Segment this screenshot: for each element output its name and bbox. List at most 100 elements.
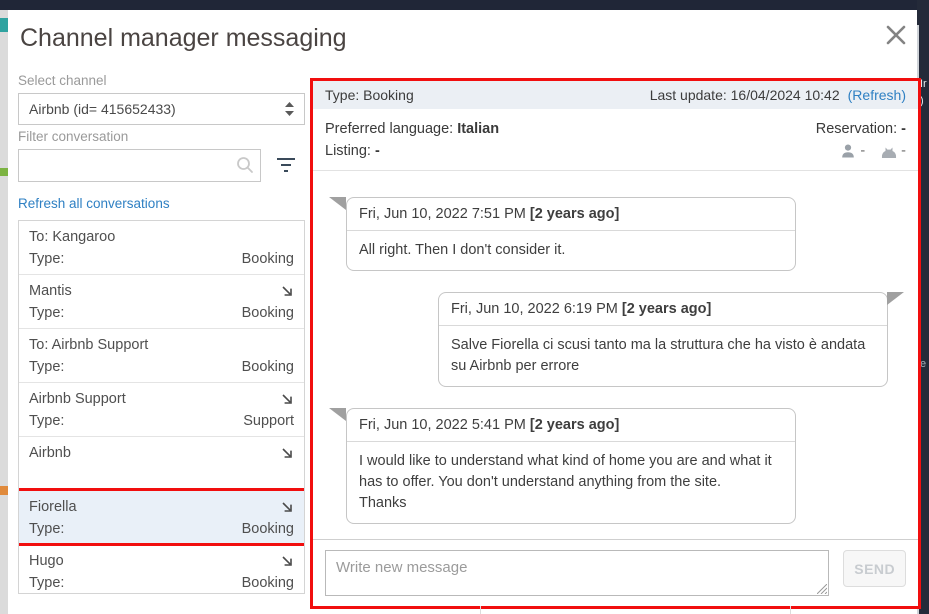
- conversation-type-label: Type:: [29, 573, 64, 593]
- conversation-type-value: Booking: [242, 357, 294, 377]
- diagonal-arrow-icon: [280, 500, 294, 514]
- conversation-type-value: Booking: [242, 519, 294, 539]
- refresh-all-conversations-link[interactable]: Refresh all conversations: [18, 196, 170, 211]
- channel-select[interactable]: Airbnb (id= 415652433): [18, 93, 305, 125]
- message-pointer: [329, 408, 346, 421]
- message-pointer: [887, 292, 904, 305]
- message-history[interactable]: Fri, Jun 10, 2022 7:51 PM [2 years ago] …: [313, 171, 918, 539]
- message-composer: SEND: [313, 539, 918, 606]
- conversation-name: Fiorella: [29, 497, 77, 517]
- conversation-name: To: Kangaroo: [29, 227, 115, 247]
- background-fragment: [0, 486, 8, 495]
- message-age-text: [2 years ago]: [530, 417, 619, 433]
- conversation-list-item[interactable]: Airbnb: [19, 437, 304, 491]
- pets-icon: [879, 143, 897, 159]
- conversation-name: Mantis: [29, 281, 72, 301]
- conversation-list-item[interactable]: Hugo Type: Booking: [19, 545, 304, 594]
- conversation-type-label: Type:: [29, 357, 64, 377]
- diagonal-arrow-icon: [280, 392, 294, 406]
- conversation-type-label: Type:: [29, 249, 64, 269]
- send-button[interactable]: SEND: [843, 550, 906, 587]
- reservation-label: Reservation:: [816, 121, 897, 137]
- background-divider: [790, 606, 791, 614]
- conversation-list-item[interactable]: Airbnb Support Type: Support: [19, 383, 304, 437]
- message-time-text: Fri, Jun 10, 2022 6:19 PM: [451, 301, 622, 317]
- conversation-type-value: Booking: [242, 573, 294, 593]
- conversation-type-row: Type: Booking: [29, 249, 294, 269]
- last-update-text: Last update: 16/04/2024 10:42: [650, 87, 840, 103]
- background-divider: [480, 606, 481, 614]
- conversation-type-row: Type: Booking: [29, 519, 294, 539]
- channel-manager-messaging-modal: Channel manager messaging Select channel…: [8, 10, 917, 614]
- guests-icon: [840, 143, 856, 159]
- message: Fri, Jun 10, 2022 6:19 PM [2 years ago] …: [329, 292, 904, 387]
- conversation-type-label: Type:: [29, 411, 64, 431]
- conversation-list-item[interactable]: To: Airbnb Support Type: Booking: [19, 329, 304, 383]
- message-time-text: Fri, Jun 10, 2022 7:51 PM: [359, 206, 530, 222]
- guests-value: -: [860, 140, 865, 162]
- message: Fri, Jun 10, 2022 7:51 PM [2 years ago] …: [329, 197, 904, 271]
- background-text-fragment: Ir: [920, 78, 927, 90]
- conversation-list-item[interactable]: Mantis Type: Booking: [19, 275, 304, 329]
- pets-value: -: [901, 140, 906, 162]
- diagonal-arrow-icon: [280, 284, 294, 298]
- conversation-list-item[interactable]: Fiorella Type: Booking: [19, 491, 304, 545]
- reservation-value: -: [901, 121, 906, 137]
- filter-icon[interactable]: [276, 156, 296, 174]
- resize-handle-icon[interactable]: [817, 584, 827, 594]
- select-updown-icon: [285, 102, 294, 116]
- search-icon: [236, 156, 254, 174]
- close-button[interactable]: [883, 22, 909, 48]
- background-top-bar: [0, 0, 929, 10]
- message-time-text: Fri, Jun 10, 2022 5:41 PM: [359, 417, 530, 433]
- conversation-type-label: Type:: [29, 303, 64, 323]
- new-message-input[interactable]: [325, 550, 829, 596]
- diagonal-arrow-icon: [280, 446, 294, 460]
- message: Fri, Jun 10, 2022 5:41 PM [2 years ago] …: [329, 408, 904, 524]
- select-channel-label: Select channel: [18, 73, 107, 88]
- close-icon: [883, 22, 909, 48]
- message-age-text: [2 years ago]: [622, 301, 711, 317]
- conversation-type-row: [29, 465, 294, 485]
- refresh-conversation-link[interactable]: (Refresh): [848, 87, 906, 103]
- message-text: All right. Then I don't consider it.: [347, 231, 795, 270]
- conversation-list-item[interactable]: To: Kangaroo Type: Booking: [19, 221, 304, 275]
- page-title: Channel manager messaging: [20, 24, 347, 53]
- message-pointer: [329, 197, 346, 210]
- message-timestamp: Fri, Jun 10, 2022 5:41 PM [2 years ago]: [347, 409, 795, 442]
- message-text: I would like to understand what kind of …: [347, 442, 795, 523]
- background-fragment: [0, 168, 8, 176]
- listing-value: -: [375, 143, 380, 159]
- conversation-info: Preferred language: Italian Listing: - R…: [313, 109, 918, 171]
- conversation-name: To: Airbnb Support: [29, 335, 148, 355]
- background-fragment: [0, 18, 8, 32]
- message-age-text: [2 years ago]: [530, 206, 619, 222]
- conversation-type-row: Type: Booking: [29, 573, 294, 593]
- message-timestamp: Fri, Jun 10, 2022 7:51 PM [2 years ago]: [347, 198, 795, 231]
- conversation-name: Hugo: [29, 551, 64, 571]
- conversation-type-row: Type: Booking: [29, 357, 294, 377]
- conversation-type-value: Booking: [242, 249, 294, 269]
- conversation-type: Type: Booking: [325, 87, 414, 103]
- conversation-list: To: Kangaroo Type: Booking Mantis Type: …: [18, 220, 305, 594]
- conversation-type-row: Type: Booking: [29, 303, 294, 323]
- message-text: Salve Fiorella ci scusi tanto ma la stru…: [439, 326, 887, 386]
- conversation-panel-header: Type: Booking Last update: 16/04/2024 10…: [313, 81, 918, 109]
- conversation-type-value: Support: [243, 411, 294, 431]
- message-bubble: Fri, Jun 10, 2022 7:51 PM [2 years ago] …: [346, 197, 796, 271]
- listing-label: Listing:: [325, 143, 371, 159]
- conversation-panel: Type: Booking Last update: 16/04/2024 10…: [310, 78, 921, 609]
- diagonal-arrow-icon: [280, 554, 294, 568]
- preferred-language-label: Preferred language:: [325, 121, 453, 137]
- conversation-name: Airbnb Support: [29, 389, 126, 409]
- conversation-type-row: Type: Support: [29, 411, 294, 431]
- filter-conversation-label: Filter conversation: [18, 129, 128, 144]
- background-left-edge: [0, 10, 8, 614]
- conversation-name: Airbnb: [29, 443, 71, 463]
- filter-conversation-input[interactable]: [18, 149, 261, 182]
- channel-select-value: Airbnb (id= 415652433): [29, 101, 285, 117]
- conversation-type-label: Type:: [29, 519, 64, 539]
- preferred-language-value: Italian: [457, 121, 499, 137]
- message-bubble: Fri, Jun 10, 2022 6:19 PM [2 years ago] …: [438, 292, 888, 387]
- screen: Ir ) e Channel manager messaging Select …: [0, 0, 929, 614]
